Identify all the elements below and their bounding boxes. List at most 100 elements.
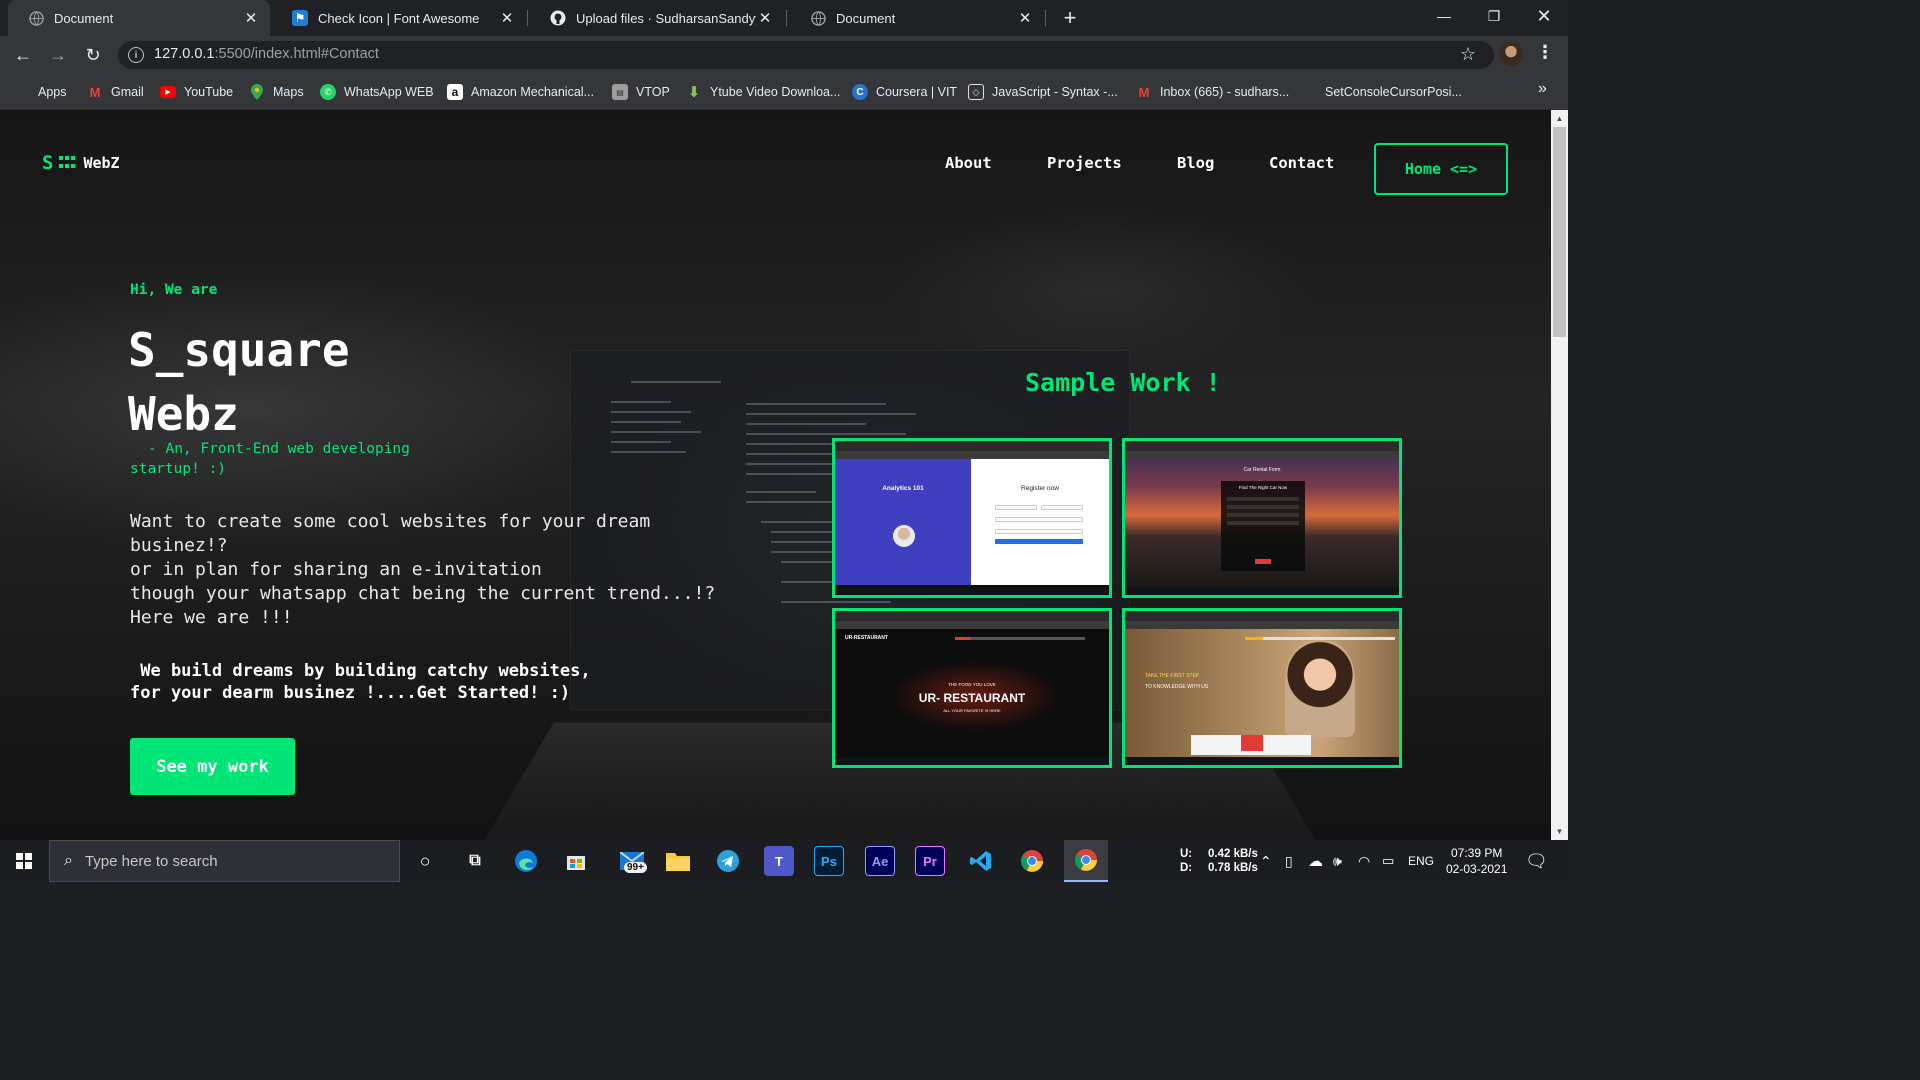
restore-button[interactable]: ❐ xyxy=(1469,0,1519,32)
nav-projects[interactable]: Projects xyxy=(1047,154,1122,172)
sample-text: Find The Right Car Now xyxy=(1238,485,1288,490)
show-hidden-icons-icon[interactable]: ⌃ xyxy=(1260,840,1272,882)
close-window-button[interactable]: ✕ xyxy=(1519,0,1569,32)
device-icon[interactable]: ▯ xyxy=(1285,840,1293,882)
mail-icon[interactable]: 99+ xyxy=(612,846,652,876)
bookmark-coursera[interactable]: C Coursera | VIT xyxy=(852,82,957,102)
forward-button[interactable]: → xyxy=(43,40,73,70)
avatar xyxy=(893,525,915,547)
windows-logo-icon xyxy=(16,853,32,869)
bookmark-amazon-mturk[interactable]: a Amazon Mechanical... xyxy=(447,82,594,102)
sample-work-analytics[interactable]: Analytics 101 Register now xyxy=(832,438,1112,598)
gmail-icon: M xyxy=(89,84,101,100)
after-effects-icon[interactable]: Ae xyxy=(865,846,895,876)
file-explorer-icon[interactable] xyxy=(663,846,693,876)
globe-icon xyxy=(28,10,44,26)
reload-button[interactable]: ↻ xyxy=(78,40,108,70)
nav-contact[interactable]: Contact xyxy=(1269,154,1334,172)
clock[interactable]: 07:39 PM 02-03-2021 xyxy=(1446,840,1507,882)
hero-pitch: We build dreams by building catchy websi… xyxy=(130,660,591,704)
language-indicator[interactable]: ENG xyxy=(1408,840,1434,882)
browser-menu-icon[interactable]: ⋮ xyxy=(1536,42,1554,63)
sample-submit xyxy=(995,539,1083,544)
bookmark-label: Gmail xyxy=(111,85,144,99)
bookmark-javascript[interactable]: ◇ JavaScript - Syntax -... xyxy=(968,82,1118,102)
taskbar-search-box[interactable]: ⌕ Type here to search xyxy=(49,840,400,882)
telegram-icon[interactable] xyxy=(713,846,743,876)
chrome-active-icon[interactable] xyxy=(1064,840,1108,882)
bookmark-inbox[interactable]: M Inbox (665) - sudhars... xyxy=(1136,82,1290,102)
bookmark-ytube-downloader[interactable]: ⬇ Ytube Video Downloa... xyxy=(686,82,841,102)
tagline-line-2: startup! :) xyxy=(130,461,227,477)
premiere-icon[interactable]: Pr xyxy=(915,846,945,876)
bookmark-star-icon[interactable]: ☆ xyxy=(1460,44,1476,65)
onedrive-icon[interactable]: ☁ xyxy=(1308,840,1323,882)
url-text[interactable]: 127.0.0.1:5500/index.html#Contact xyxy=(154,46,379,62)
vtop-icon: ▤ xyxy=(612,84,628,100)
bookmark-setconsolecursor[interactable]: SetConsoleCursorPosi... xyxy=(1302,82,1462,102)
tab-title: Check Icon | Font Awesome xyxy=(318,10,480,26)
tab-document-active[interactable]: Document ✕ xyxy=(8,0,270,36)
globe-icon xyxy=(810,10,826,26)
tab-close-icon[interactable]: ✕ xyxy=(1016,9,1034,27)
store-icon[interactable] xyxy=(561,846,591,876)
tab-font-awesome[interactable]: ⚑ Check Icon | Font Awesome ✕ xyxy=(272,0,526,36)
gmail-icon: M xyxy=(1138,84,1150,100)
scrollbar-thumb[interactable] xyxy=(1553,127,1566,337)
wifi-icon[interactable]: ◠ xyxy=(1358,840,1370,882)
chrome-icon[interactable] xyxy=(1017,846,1047,876)
volume-icon[interactable]: 🕪 xyxy=(1333,840,1342,882)
sample-text: UR- RESTAURANT xyxy=(918,691,1026,705)
edge-icon[interactable] xyxy=(511,846,541,876)
bookmark-label: Coursera | VIT xyxy=(876,85,958,99)
scroll-down-icon[interactable]: ▼ xyxy=(1551,823,1568,840)
tab-upload-files[interactable]: Upload files · SudharsanSandyy007/ ✕ xyxy=(530,0,784,36)
photoshop-icon[interactable]: Ps xyxy=(814,846,844,876)
back-button[interactable]: ← xyxy=(8,40,38,70)
site-info-icon[interactable]: i xyxy=(128,47,144,63)
address-bar[interactable]: i 127.0.0.1:5500/index.html#Contact ☆ xyxy=(118,41,1494,69)
battery-icon[interactable]: ▭ xyxy=(1382,840,1394,882)
site-logo[interactable]: S WebZ xyxy=(42,152,120,174)
tab-close-icon[interactable]: ✕ xyxy=(242,9,260,27)
apps-icon xyxy=(16,85,30,99)
page-scrollbar[interactable]: ▲ ▼ xyxy=(1551,110,1568,840)
bookmarks-overflow-icon[interactable]: » xyxy=(1538,80,1547,98)
start-button[interactable] xyxy=(0,840,48,882)
bookmark-gmail[interactable]: M Gmail xyxy=(87,82,144,102)
vscode-icon[interactable] xyxy=(966,846,996,876)
network-speed-values: 0.42 kB/s 0.78 kB/s xyxy=(1208,840,1258,882)
new-tab-button[interactable]: + xyxy=(1056,4,1084,32)
pitch-line-2: for your dearm businez !....Get Started!… xyxy=(130,683,571,703)
scroll-up-icon[interactable]: ▲ xyxy=(1551,110,1568,127)
sample-work-car-rental[interactable]: Car Rental Form Find The Right Car Now xyxy=(1122,438,1402,598)
bookmark-maps[interactable]: Maps xyxy=(249,82,304,102)
bookmark-apps[interactable]: Apps xyxy=(16,82,67,102)
logo-text: WebZ xyxy=(83,154,120,172)
home-button[interactable]: Home <=> xyxy=(1374,143,1508,195)
teams-icon[interactable]: T xyxy=(764,846,794,876)
windows-taskbar: ⌕ Type here to search ○ ⧉ 99+ T Ps Ae Pr… xyxy=(0,840,1568,882)
sample-work-restaurant[interactable]: UR-RESTAURANT THE FOOD YOU LOVE UR- REST… xyxy=(832,608,1112,768)
see-my-work-button[interactable]: See my work xyxy=(130,738,295,795)
tab-close-icon[interactable]: ✕ xyxy=(498,9,516,27)
net-up-label: U: xyxy=(1180,848,1193,860)
cortana-icon[interactable]: ○ xyxy=(410,846,440,876)
flag-icon: ⚑ xyxy=(292,10,308,26)
bookmark-youtube[interactable]: ▶ YouTube xyxy=(160,82,233,102)
bookmark-whatsapp[interactable]: ✆ WhatsApp WEB xyxy=(320,82,434,102)
profile-avatar[interactable] xyxy=(1499,42,1523,66)
sample-hero-person xyxy=(1285,641,1355,737)
sample-text: Analytics 101 xyxy=(882,485,924,492)
tab-document[interactable]: Document ✕ xyxy=(790,0,1044,36)
task-view-icon[interactable]: ⧉ xyxy=(460,846,490,876)
nav-blog[interactable]: Blog xyxy=(1177,154,1214,172)
minimize-button[interactable]: — xyxy=(1419,0,1469,32)
notifications-icon[interactable]: 🗨 xyxy=(1525,840,1548,882)
nav-about[interactable]: About xyxy=(945,154,992,172)
bookmark-vtop[interactable]: ▤ VTOP xyxy=(612,82,670,102)
sample-work-education[interactable]: TAKE THE FIRST STEP TO KNOWLEDGE WITH US xyxy=(1122,608,1402,768)
tab-close-icon[interactable]: ✕ xyxy=(756,9,774,27)
sample-text: TO KNOWLEDGE WITH US xyxy=(1145,684,1209,690)
browser-toolbar: ← → ↻ i 127.0.0.1:5500/index.html#Contac… xyxy=(0,36,1568,74)
